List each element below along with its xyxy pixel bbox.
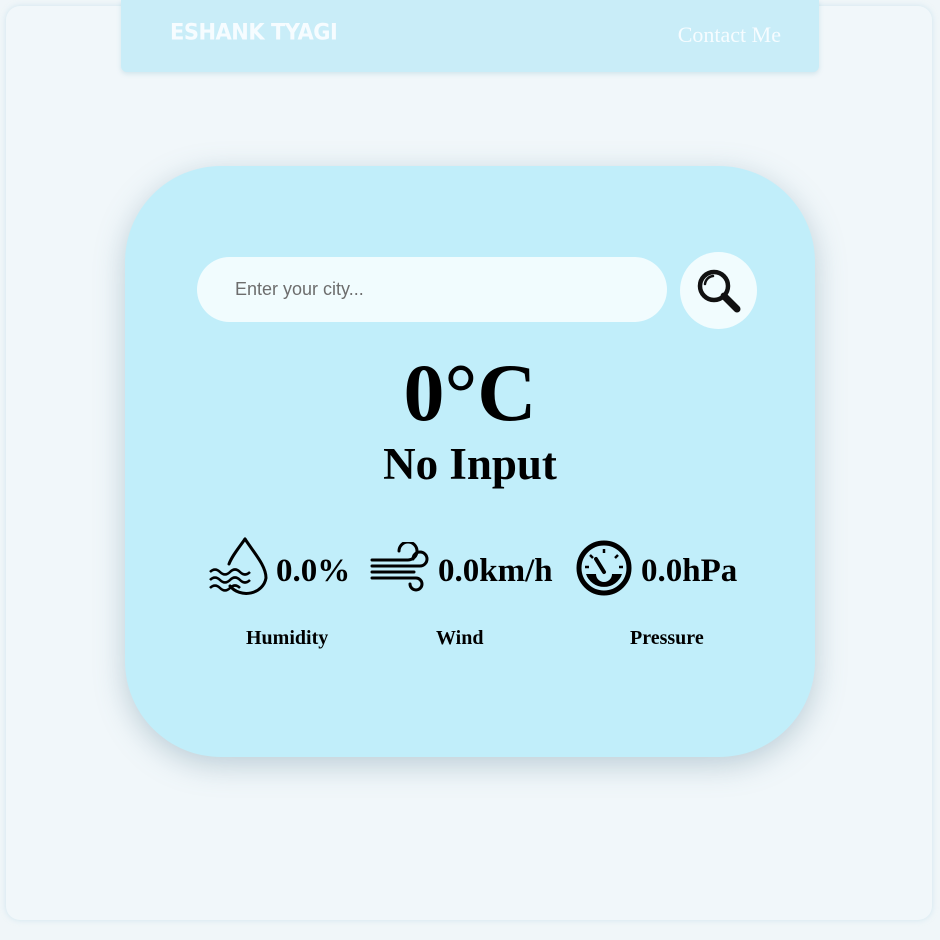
pressure-value: 0.0hPa [641, 553, 738, 589]
humidity-icon [209, 537, 268, 595]
city-name: No Input [383, 439, 557, 489]
pressure-gauge-icon [576, 540, 632, 596]
wind-icon [370, 542, 429, 592]
pressure-label: Pressure [630, 627, 704, 649]
brand-logo[interactable]: ESHANK TYAGI [170, 19, 338, 44]
search-button[interactable] [680, 252, 757, 329]
search-icon [697, 269, 740, 312]
navbar: ESHANK TYAGI Contact Me [121, 0, 819, 72]
temperature-value: 0°C [403, 347, 537, 438]
contact-link[interactable]: Contact Me [678, 22, 781, 48]
wind-label: Wind [436, 627, 484, 649]
city-search-input[interactable] [197, 257, 667, 322]
wind-value: 0.0km/h [438, 553, 553, 589]
humidity-label: Humidity [246, 627, 329, 649]
humidity-value: 0.0% [276, 553, 351, 589]
weather-card: 0°C No Input 0.0% Humidity 0.0km/h Wind … [125, 166, 815, 757]
